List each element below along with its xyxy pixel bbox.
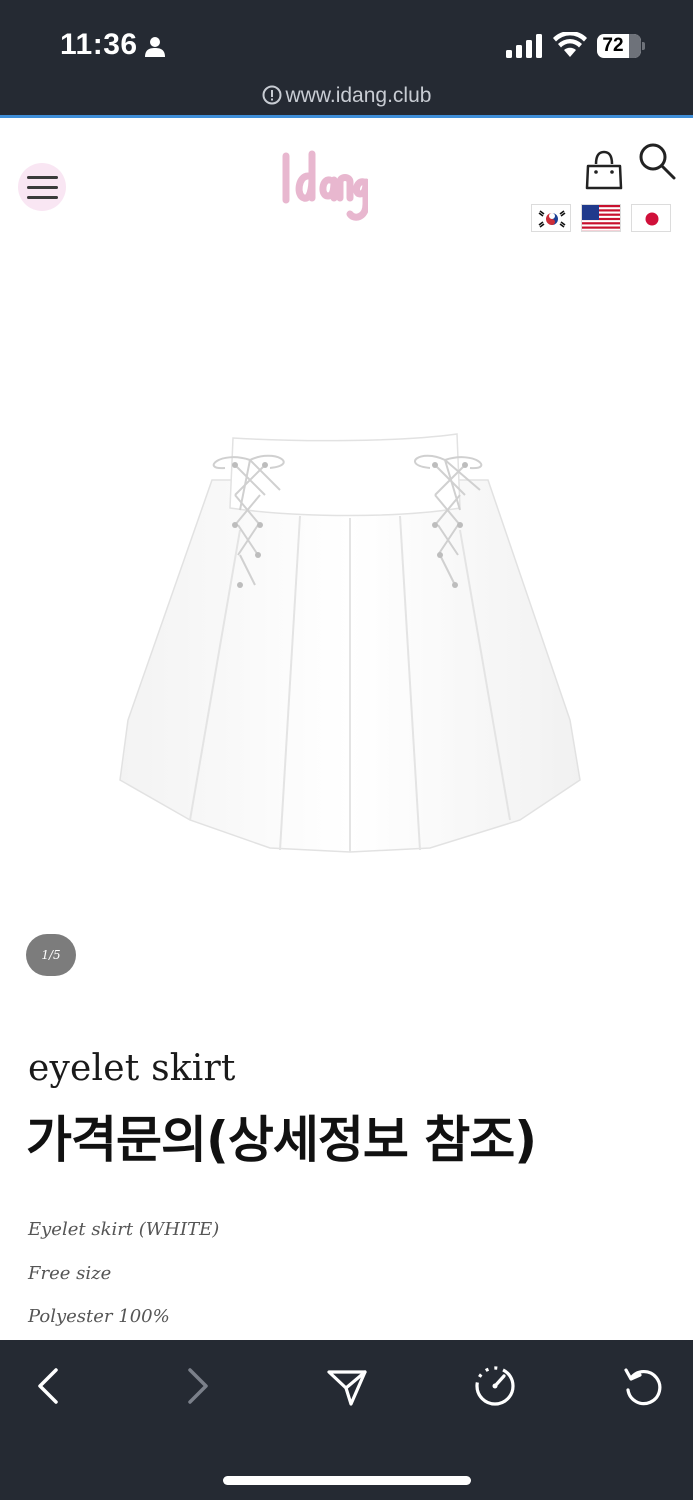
cellular-signal-icon bbox=[506, 34, 542, 58]
reload-icon[interactable] bbox=[621, 1364, 665, 1408]
language-korean-flag[interactable] bbox=[531, 204, 571, 232]
language-japanese-flag[interactable] bbox=[631, 204, 671, 232]
battery-indicator: 72 bbox=[597, 34, 645, 58]
person-icon bbox=[145, 37, 165, 57]
page-load-progress bbox=[0, 115, 693, 118]
address-bar[interactable]: www.idang.club bbox=[0, 84, 693, 108]
language-english-flag[interactable] bbox=[581, 204, 621, 232]
speed-icon[interactable] bbox=[473, 1364, 517, 1408]
back-icon[interactable] bbox=[26, 1364, 70, 1408]
share-icon[interactable] bbox=[325, 1364, 369, 1408]
product-image-white-skirt[interactable] bbox=[100, 420, 600, 860]
url-text: www.idang.club bbox=[285, 84, 432, 107]
menu-button[interactable] bbox=[18, 163, 66, 211]
product-detail-item: Free size bbox=[28, 1263, 112, 1284]
wifi-icon bbox=[553, 32, 587, 57]
home-indicator[interactable] bbox=[223, 1476, 471, 1485]
info-icon bbox=[262, 85, 282, 105]
product-price: 가격문의(상세정보 참조) bbox=[26, 1111, 537, 1169]
image-page-counter: 1/5 bbox=[26, 934, 76, 976]
product-detail-item: Polyester 100% bbox=[28, 1306, 170, 1327]
battery-percentage: 72 bbox=[602, 35, 624, 56]
product-name: eyelet skirt bbox=[28, 1048, 236, 1089]
forward-icon[interactable] bbox=[176, 1364, 220, 1408]
search-icon[interactable] bbox=[638, 142, 676, 180]
status-bar: 11:36 72 www.idang.club bbox=[0, 0, 693, 118]
status-time: 11:36 bbox=[60, 28, 138, 61]
product-detail-item: Eyelet skirt (WHITE) bbox=[28, 1219, 220, 1240]
battery-empty-portion bbox=[628, 34, 641, 58]
idang-logo[interactable] bbox=[278, 148, 368, 228]
shopping-bag-icon[interactable] bbox=[585, 150, 623, 190]
